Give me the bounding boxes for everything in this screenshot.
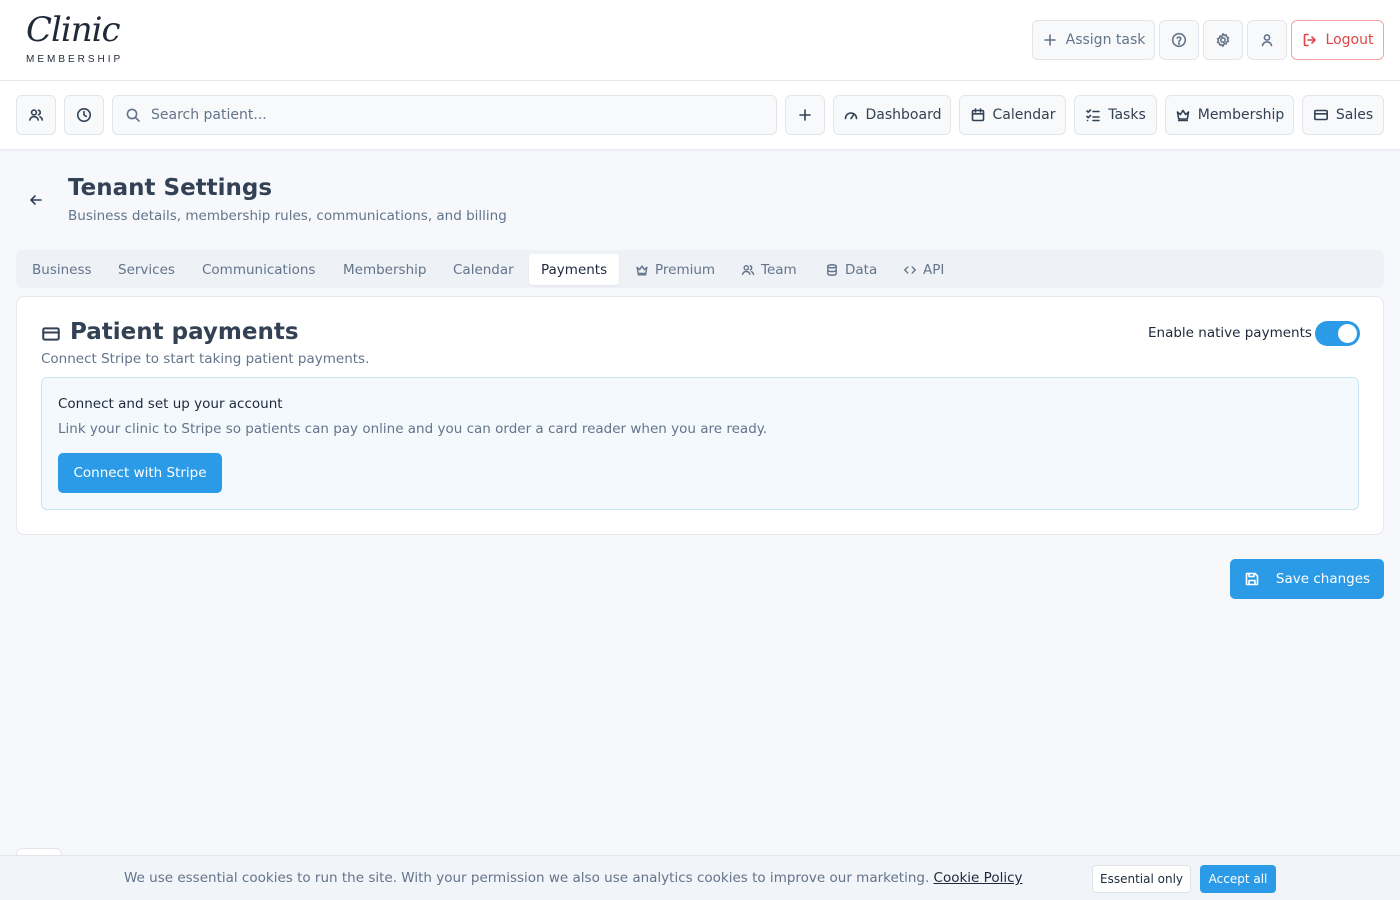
stripe-connect-panel: Connect and set up your account Link you… [41, 377, 1359, 510]
tab-communications-label: Communications [202, 261, 316, 278]
nav-tasks[interactable]: Tasks [1074, 95, 1157, 135]
nav-calendar[interactable]: Calendar [959, 95, 1066, 135]
essential-only-button[interactable]: Essential only [1092, 865, 1191, 893]
save-icon [1245, 572, 1259, 586]
tab-business[interactable]: Business [20, 254, 104, 285]
clock-icon [77, 108, 91, 122]
logout-icon [1303, 33, 1316, 47]
plus-icon [799, 109, 811, 121]
nav-sales-label: Sales [1335, 107, 1374, 123]
credit-card-icon [41, 324, 61, 344]
list-checks-icon [1086, 109, 1101, 122]
nav-tasks-label: Tasks [1108, 107, 1146, 123]
tab-data-label: Data [845, 261, 878, 278]
tab-membership[interactable]: Membership [331, 254, 438, 285]
toggle-knob [1338, 324, 1357, 343]
app-header: Clinic MEMBERSHIP Assign task Logout [0, 0, 1400, 81]
tab-services[interactable]: Services [106, 254, 187, 285]
users-icon [29, 109, 44, 121]
page-subtitle: Business details, membership rules, comm… [68, 208, 507, 224]
tab-team-label: Team [761, 261, 797, 278]
cookie-message: We use essential cookies to run the site… [124, 870, 930, 886]
logout-button[interactable]: Logout [1291, 20, 1384, 60]
patient-payments-card: Patient payments Connect Stripe to start… [16, 296, 1384, 535]
help-circle-icon [1171, 32, 1187, 48]
tab-api-label: API [923, 261, 945, 278]
nav-calendar-label: Calendar [992, 107, 1056, 123]
tab-payments-label: Payments [541, 261, 608, 278]
connect-title: Connect and set up your account [58, 396, 283, 412]
nav-dashboard-label: Dashboard [865, 107, 942, 123]
tab-calendar-label: Calendar [453, 261, 514, 278]
settings-button[interactable] [1203, 20, 1243, 60]
user-icon [1261, 34, 1273, 47]
nav-membership[interactable]: Membership [1165, 95, 1294, 135]
search-bar [112, 95, 777, 135]
tab-team[interactable]: Team [729, 254, 809, 285]
logout-label: Logout [1325, 32, 1374, 48]
tab-premium[interactable]: Premium [623, 254, 727, 285]
credit-card-icon [1313, 109, 1328, 121]
nav-sales[interactable]: Sales [1302, 95, 1384, 135]
card-subtitle: Connect Stripe to start taking patient p… [41, 351, 370, 367]
nav-bar: Dashboard Calendar Tasks Membership Sale… [0, 81, 1400, 150]
search-icon [126, 108, 140, 122]
crown-icon [1176, 109, 1190, 122]
code-icon [904, 265, 916, 274]
plus-icon [1043, 34, 1056, 46]
calendar-icon [971, 108, 984, 122]
connect-description: Link your clinic to Stripe so patients c… [58, 421, 768, 437]
help-button[interactable] [1159, 20, 1199, 60]
cookie-text: We use essential cookies to run the site… [124, 870, 1023, 886]
clinic-logo[interactable]: Clinic MEMBERSHIP [16, 8, 130, 70]
nav-membership-label: Membership [1197, 107, 1285, 123]
database-icon [827, 263, 837, 276]
tab-payments[interactable]: Payments [529, 254, 620, 285]
crown-icon [636, 264, 648, 276]
tab-business-label: Business [32, 261, 92, 278]
connect-stripe-button[interactable]: Connect with Stripe [58, 453, 222, 493]
nav-dashboard[interactable]: Dashboard [833, 95, 951, 135]
patients-button[interactable] [16, 95, 56, 135]
tab-api[interactable]: API [891, 254, 956, 285]
accept-all-button[interactable]: Accept all [1200, 865, 1276, 893]
recent-button[interactable] [64, 95, 104, 135]
users-icon [741, 264, 755, 275]
save-changes-label: Save changes [1275, 571, 1371, 587]
tab-services-label: Services [118, 261, 175, 278]
search-input[interactable] [151, 107, 751, 123]
logo-script-text: Clinic [26, 10, 121, 50]
settings-tabs: Business Services Communications Members… [16, 250, 1384, 288]
tab-communications[interactable]: Communications [190, 254, 327, 285]
page-title: Tenant Settings [68, 175, 273, 201]
assign-task-label: Assign task [1065, 32, 1146, 48]
gauge-icon [844, 112, 857, 120]
assign-task-button[interactable]: Assign task [1032, 20, 1155, 60]
native-payments-label: Enable native payments [1148, 325, 1312, 341]
save-changes-button[interactable]: Save changes [1230, 559, 1384, 599]
card-title: Patient payments [70, 319, 299, 345]
cookie-policy-link[interactable]: Cookie Policy [934, 870, 1023, 886]
tab-premium-label: Premium [655, 261, 716, 278]
tab-data[interactable]: Data [813, 254, 889, 285]
arrow-left-icon [30, 195, 42, 205]
tab-calendar[interactable]: Calendar [441, 254, 526, 285]
add-button[interactable] [785, 95, 825, 135]
gear-icon [1216, 33, 1230, 47]
cookie-banner: We use essential cookies to run the site… [0, 855, 1400, 900]
logo-subtext: MEMBERSHIP [26, 54, 124, 65]
back-button[interactable] [24, 188, 48, 212]
native-payments-toggle[interactable] [1315, 321, 1360, 346]
tab-membership-label: Membership [343, 261, 427, 278]
profile-button[interactable] [1247, 20, 1287, 60]
